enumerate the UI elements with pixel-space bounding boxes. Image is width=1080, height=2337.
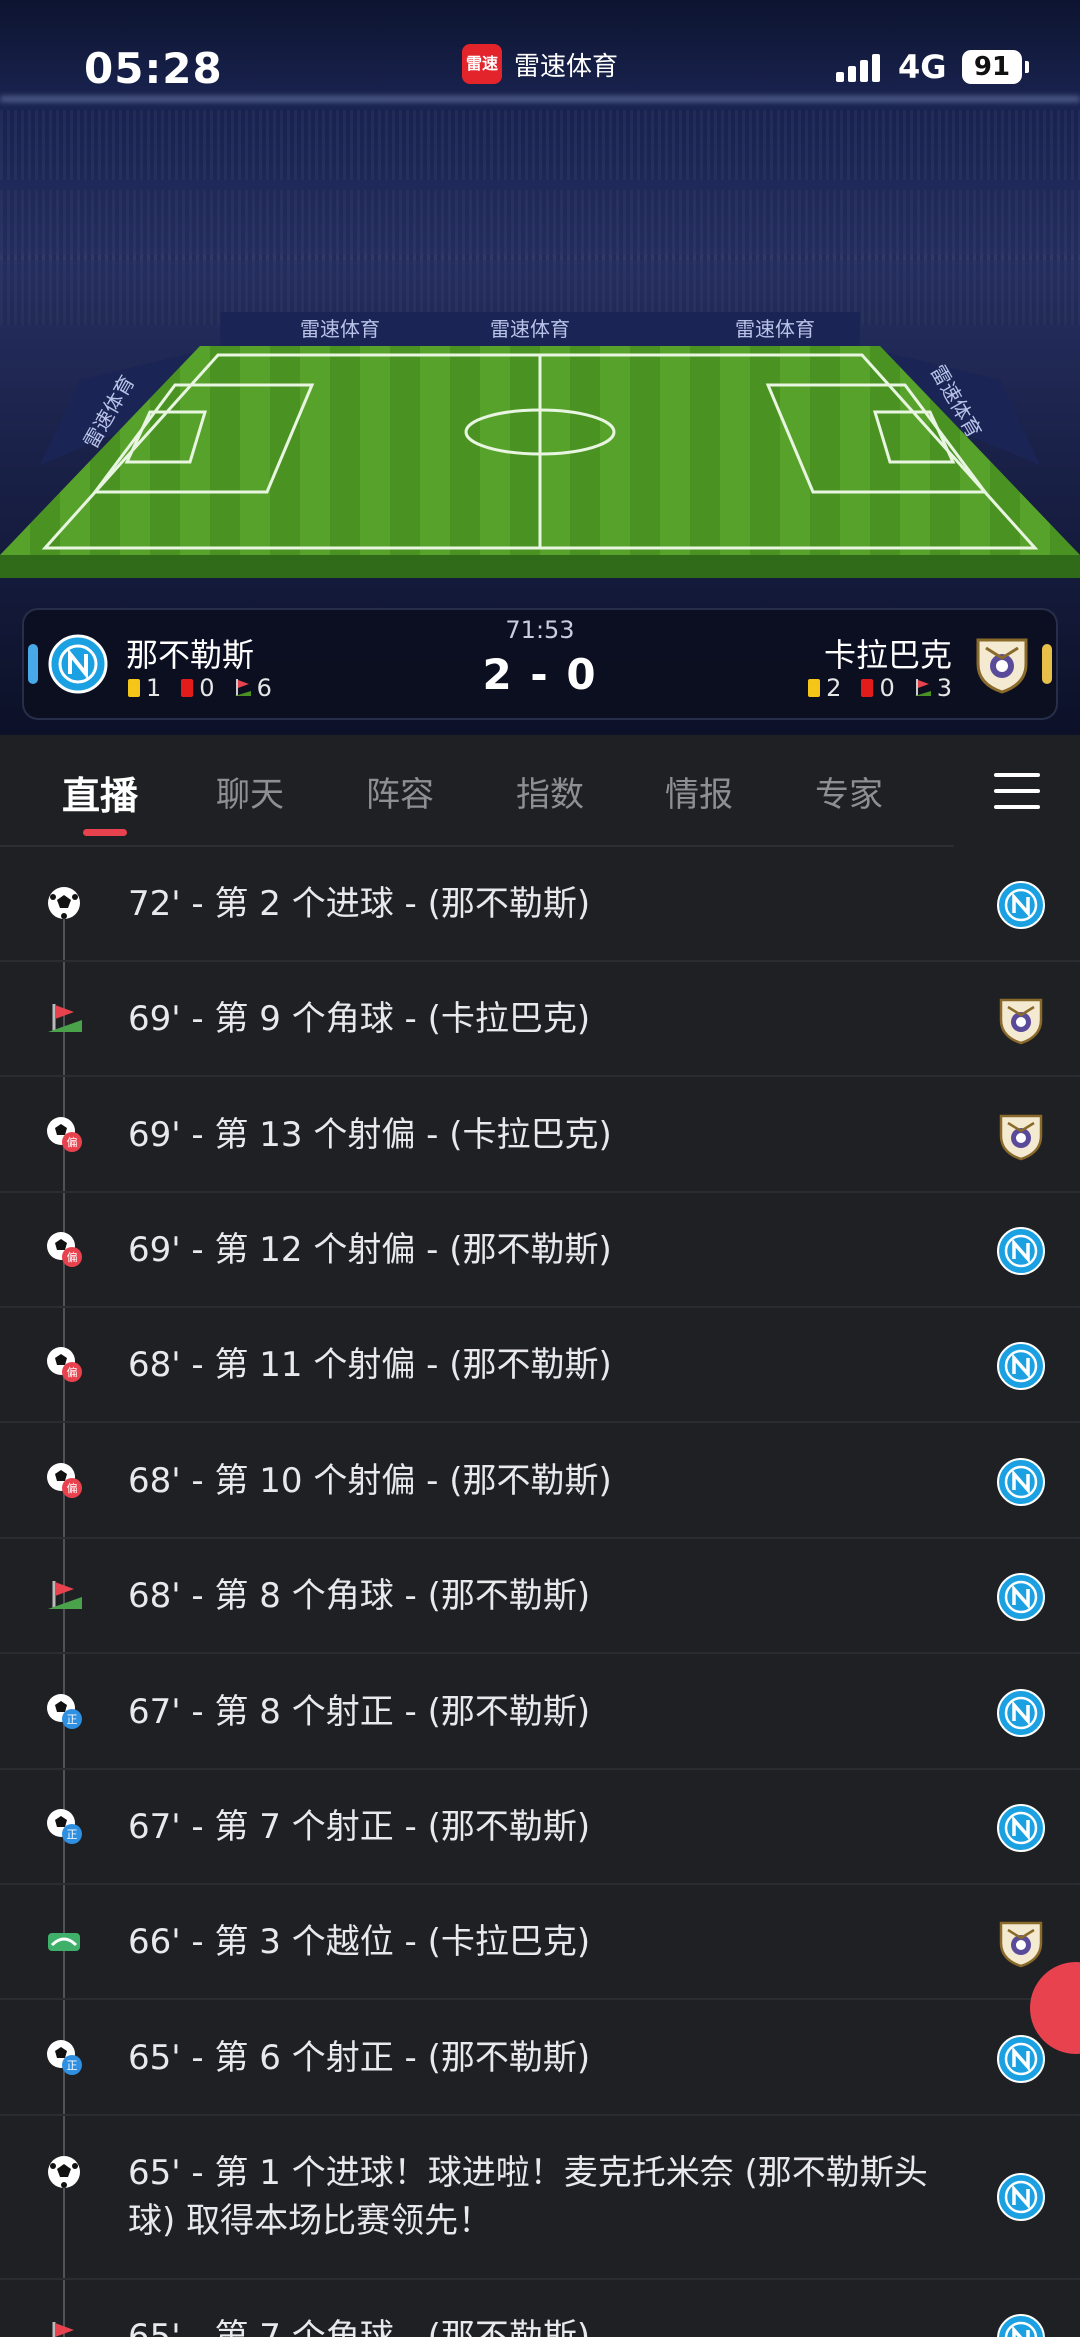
pitch-edge bbox=[0, 555, 1080, 578]
event-row[interactable]: 正 65' - 第 6 个射正 - (那不勒斯) bbox=[0, 2001, 1080, 2116]
qarabag-icon bbox=[996, 995, 1046, 1045]
tab-live[interactable]: 直播 bbox=[62, 765, 138, 820]
event-text: 68' - 第 8 个角球 - (那不勒斯) bbox=[128, 1576, 591, 1616]
clock: 05:28 bbox=[84, 44, 223, 93]
status-bar: 05:28 雷速 雷速体育 4G 91 bbox=[0, 0, 1080, 130]
app-name: 雷速体育 bbox=[514, 51, 619, 82]
event-row[interactable]: 72' - 第 2 个进球 - (那不勒斯) bbox=[0, 847, 1080, 962]
event-text: 69' - 第 12 个射偏 - (那不勒斯) bbox=[128, 1230, 612, 1270]
tab-lineup[interactable]: 阵容 bbox=[366, 767, 434, 816]
napoli-icon bbox=[996, 880, 1046, 930]
active-tab-indicator bbox=[83, 829, 127, 836]
away-team-stats: 2 0 3 bbox=[808, 674, 952, 702]
live-events-list: 72' - 第 2 个进球 - (那不勒斯) 69' - 第 9 个角球 - (卡… bbox=[0, 847, 1080, 2337]
shot-off-target-icon: 偏 bbox=[44, 1460, 84, 1500]
match-hero: 雷速体育 雷速体育 雷速体育 雷速体育 雷速体育 05:28 雷速 雷速体育 4… bbox=[0, 0, 1080, 735]
ad-board-text: 雷速体育 bbox=[490, 317, 570, 341]
svg-text:偏: 偏 bbox=[67, 1481, 78, 1495]
napoli-icon bbox=[996, 1572, 1046, 1622]
napoli-icon bbox=[996, 1341, 1046, 1391]
app-logo: 雷速 bbox=[462, 44, 502, 84]
crowd-band bbox=[0, 190, 1080, 260]
qarabag-icon bbox=[996, 1111, 1046, 1161]
svg-text:正: 正 bbox=[67, 2059, 78, 2072]
svg-text:偏: 偏 bbox=[67, 1250, 78, 1264]
scoreboard[interactable]: 那不勒斯 1 0 6 71:53 2 - 0 卡拉巴克 2 0 3 bbox=[22, 608, 1058, 720]
corner-icon bbox=[914, 679, 931, 696]
tab-chat[interactable]: 聊天 bbox=[216, 767, 284, 816]
event-row[interactable]: 正 67' - 第 8 个射正 - (那不勒斯) bbox=[0, 1655, 1080, 1770]
battery-indicator: 91 bbox=[962, 50, 1029, 84]
corner-flag-icon bbox=[44, 2316, 84, 2337]
event-text: 68' - 第 10 个射偏 - (那不勒斯) bbox=[128, 1461, 612, 1501]
event-row[interactable]: 68' - 第 8 个角球 - (那不勒斯) bbox=[0, 1539, 1080, 1654]
tab-odds[interactable]: 指数 bbox=[516, 767, 584, 816]
event-text: 72' - 第 2 个进球 - (那不勒斯) bbox=[128, 884, 591, 924]
network-type: 4G bbox=[898, 48, 947, 86]
qarabag-icon bbox=[996, 1918, 1046, 1968]
tab-experts[interactable]: 专家 bbox=[815, 767, 883, 816]
shot-on-target-icon: 正 bbox=[44, 1691, 84, 1731]
shot-on-target-icon: 正 bbox=[44, 2037, 84, 2077]
red-card-icon bbox=[861, 679, 874, 697]
svg-text:偏: 偏 bbox=[67, 1365, 78, 1379]
event-row[interactable]: 偏 68' - 第 10 个射偏 - (那不勒斯) bbox=[0, 1424, 1080, 1539]
event-row[interactable]: 偏 68' - 第 11 个射偏 - (那不勒斯) bbox=[0, 1308, 1080, 1423]
event-row[interactable]: 65' - 第 7 个角球 - (那不勒斯) bbox=[0, 2280, 1080, 2337]
svg-text:正: 正 bbox=[67, 1713, 78, 1726]
pitch-illustration: 雷速体育 雷速体育 雷速体育 雷速体育 雷速体育 bbox=[0, 312, 1080, 578]
event-row[interactable]: 正 67' - 第 7 个射正 - (那不勒斯) bbox=[0, 1770, 1080, 1885]
event-text: 69' - 第 9 个角球 - (卡拉巴克) bbox=[128, 999, 591, 1039]
app-brand: 雷速 雷速体育 bbox=[462, 44, 618, 84]
shot-off-target-icon: 偏 bbox=[44, 1344, 84, 1384]
shot-off-target-icon: 偏 bbox=[44, 1229, 84, 1269]
event-text: 69' - 第 13 个射偏 - (卡拉巴克) bbox=[128, 1115, 612, 1155]
ball-icon bbox=[44, 883, 84, 923]
away-team-name[interactable]: 卡拉巴克 bbox=[824, 630, 952, 676]
detail-tabs: 直播 聊天 阵容 指数 情报 专家 bbox=[0, 735, 1080, 847]
yellow-card-icon bbox=[808, 679, 821, 697]
corner-flag-icon bbox=[44, 998, 84, 1038]
event-text: 65' - 第 7 个角球 - (那不勒斯) bbox=[128, 2317, 591, 2337]
event-row[interactable]: 69' - 第 9 个角球 - (卡拉巴克) bbox=[0, 962, 1080, 1077]
event-row[interactable]: 偏 69' - 第 13 个射偏 - (卡拉巴克) bbox=[0, 1078, 1080, 1193]
event-text: 65' - 第 1 个进球！球进啦！麦克托米奈 (那不勒斯头球) 取得本场比赛领… bbox=[128, 2153, 928, 2241]
menu-icon[interactable] bbox=[994, 773, 1040, 809]
napoli-icon bbox=[996, 2172, 1046, 2222]
event-text: 67' - 第 8 个射正 - (那不勒斯) bbox=[128, 1692, 591, 1732]
corner-flag-icon bbox=[44, 1575, 84, 1615]
svg-text:偏: 偏 bbox=[67, 1135, 78, 1149]
shot-off-target-icon: 偏 bbox=[44, 1114, 84, 1154]
napoli-icon bbox=[996, 1803, 1046, 1853]
svg-text:正: 正 bbox=[67, 1828, 78, 1841]
ad-board-text: 雷速体育 bbox=[300, 317, 380, 341]
napoli-icon bbox=[996, 2034, 1046, 2084]
napoli-icon bbox=[996, 2313, 1046, 2337]
shot-on-target-icon: 正 bbox=[44, 1806, 84, 1846]
event-row[interactable]: 65' - 第 1 个进球！球进啦！麦克托米奈 (那不勒斯头球) 取得本场比赛领… bbox=[0, 2116, 1080, 2280]
event-row[interactable]: 66' - 第 3 个越位 - (卡拉巴克) bbox=[0, 1885, 1080, 2000]
ball-icon bbox=[44, 2152, 84, 2192]
tab-intel[interactable]: 情报 bbox=[665, 767, 733, 816]
napoli-icon bbox=[996, 1226, 1046, 1276]
event-text: 66' - 第 3 个越位 - (卡拉巴克) bbox=[128, 1922, 591, 1962]
event-text: 67' - 第 7 个射正 - (那不勒斯) bbox=[128, 1807, 591, 1847]
event-row[interactable]: 偏 69' - 第 12 个射偏 - (那不勒斯) bbox=[0, 1193, 1080, 1308]
ad-board-text: 雷速体育 bbox=[735, 317, 815, 341]
away-red-count: 0 bbox=[879, 674, 895, 702]
away-corner-count: 3 bbox=[936, 674, 952, 702]
away-yellow-count: 2 bbox=[826, 674, 842, 702]
napoli-icon bbox=[996, 1457, 1046, 1507]
offside-icon bbox=[44, 1921, 84, 1961]
napoli-icon bbox=[996, 1688, 1046, 1738]
event-text: 65' - 第 6 个射正 - (那不勒斯) bbox=[128, 2038, 591, 2078]
qarabag-icon[interactable] bbox=[972, 634, 1032, 694]
signal-icon bbox=[836, 52, 880, 82]
event-text: 68' - 第 11 个射偏 - (那不勒斯) bbox=[128, 1345, 612, 1385]
